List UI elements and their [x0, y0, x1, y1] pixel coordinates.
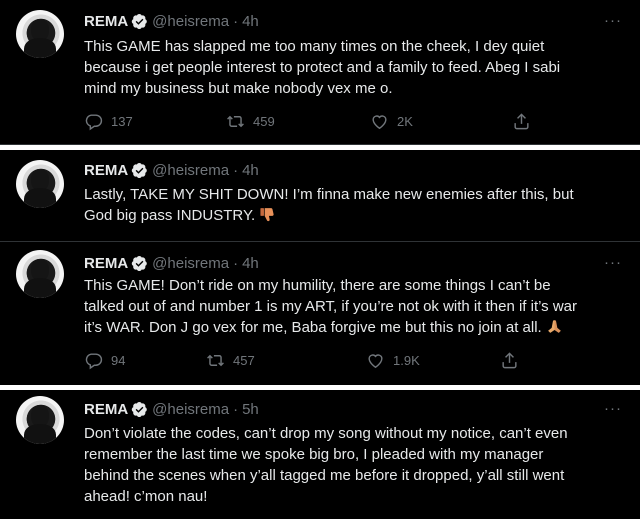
retweet-count: 457: [233, 353, 255, 368]
retweet-count: 459: [253, 114, 275, 129]
verified-badge-icon: [131, 255, 147, 271]
tweet-text: Don’t violate the codes, can’t drop my s…: [84, 423, 626, 507]
tweet-text: Lastly, TAKE MY SHIT DOWN! I’m finna mak…: [84, 184, 626, 226]
tweet-text-line: remember the last time we spoke big bro,…: [84, 446, 544, 463]
share-icon: [502, 352, 517, 369]
reply-icon: [85, 114, 103, 131]
share-icon: [514, 113, 529, 130]
timestamp[interactable]: 4h: [242, 13, 259, 30]
retweet-icon: [227, 115, 244, 128]
retweet-button[interactable]: 457: [206, 351, 255, 370]
tweet-header: REMA @heisrema · 4h: [84, 160, 259, 180]
avatar[interactable]: [16, 160, 64, 208]
dot-separator: ·: [233, 254, 239, 272]
tweet[interactable]: REMA @heisrema · 4h ··· This GAME! Don’t…: [0, 242, 640, 385]
screenshot-panel-4: REMA @heisrema · 5h ··· Don’t violate th…: [0, 390, 640, 519]
dot-separator: ·: [233, 161, 239, 179]
timestamp[interactable]: 4h: [242, 255, 259, 272]
tweet[interactable]: REMA @heisrema · 5h ··· Don’t violate th…: [0, 390, 640, 519]
more-options-icon[interactable]: ···: [604, 400, 622, 417]
user-handle[interactable]: @heisrema: [152, 255, 229, 272]
reply-icon: [85, 353, 103, 370]
avatar[interactable]: [16, 396, 64, 444]
like-count: 1.9K: [393, 353, 420, 368]
dot-separator: ·: [233, 400, 239, 418]
display-name[interactable]: REMA: [84, 255, 128, 272]
more-options-icon[interactable]: ···: [604, 254, 622, 271]
tweet-text-line: behind the scenes when y’all tagged me b…: [84, 467, 565, 484]
tweet-text-line: talked out of and number 1 is my ART, if…: [84, 298, 578, 315]
dot-separator: ·: [233, 12, 239, 30]
reply-button[interactable]: 94: [84, 351, 125, 370]
reply-count: 94: [111, 353, 126, 368]
divider: [0, 144, 640, 145]
screenshot-panel-3: REMA @heisrema · 4h ··· This GAME! Don’t…: [0, 242, 640, 385]
tweet-text-line: it’s WAR. Don J go vex for me, Baba forg…: [84, 319, 542, 336]
timestamp[interactable]: 4h: [242, 162, 259, 179]
user-handle[interactable]: @heisrema: [152, 13, 229, 30]
tweet[interactable]: REMA @heisrema · 4h Lastly, TAKE MY SHIT…: [0, 150, 640, 242]
tweet-text: This GAME has slapped me too many times …: [84, 36, 626, 99]
retweet-icon: [207, 354, 224, 367]
screenshot-panel-2: REMA @heisrema · 4h Lastly, TAKE MY SHIT…: [0, 150, 640, 242]
tweet-header: REMA @heisrema · 5h: [84, 399, 259, 419]
tweet-text: This GAME! Don’t ride on my humility, th…: [84, 275, 626, 338]
folded-hands-icon: [548, 320, 561, 333]
heart-icon: [372, 115, 387, 130]
tweet-text-line: Lastly, TAKE MY SHIT DOWN! I’m finna mak…: [84, 186, 574, 203]
tweet-text-line: This GAME has slapped me too many times …: [84, 38, 545, 55]
share-button[interactable]: [512, 112, 539, 131]
like-button[interactable]: 1.9K: [366, 351, 420, 370]
like-count: 2K: [397, 114, 413, 129]
retweet-button[interactable]: 459: [226, 112, 275, 131]
tweet-text-line: God big pass INDUSTRY.: [84, 207, 256, 224]
tweet-text-line: This GAME! Don’t ride on my humility, th…: [84, 277, 551, 294]
avatar[interactable]: [16, 10, 64, 58]
tweet-text-line: mind my business but make nobody vex me …: [84, 80, 393, 97]
user-handle[interactable]: @heisrema: [152, 401, 229, 418]
tweet-header: REMA @heisrema · 4h: [84, 253, 259, 273]
tweet-header: REMA @heisrema · 4h: [84, 11, 259, 31]
screenshot-panel-1: REMA @heisrema · 4h ··· This GAME has sl…: [0, 0, 640, 145]
user-handle[interactable]: @heisrema: [152, 162, 229, 179]
tweet-actions: 137 459 2K: [84, 112, 544, 134]
verified-badge-icon: [131, 13, 147, 29]
reply-count: 137: [111, 114, 133, 129]
tweet-text-line: ahead! c’mon nau!: [84, 488, 208, 505]
verified-badge-icon: [131, 162, 147, 178]
avatar[interactable]: [16, 250, 64, 298]
share-button[interactable]: [500, 351, 527, 370]
reply-button[interactable]: 137: [84, 112, 133, 131]
tweet-text-line: Don’t violate the codes, can’t drop my s…: [84, 425, 568, 442]
tweet-actions: 94 457 1.9K: [84, 351, 544, 373]
tweet[interactable]: REMA @heisrema · 4h ··· This GAME has sl…: [0, 0, 640, 145]
like-button[interactable]: 2K: [370, 112, 413, 131]
display-name[interactable]: REMA: [84, 401, 128, 418]
tweet-text-line-wrap: it’s WAR. Don J go vex for me, Baba forg…: [84, 317, 626, 338]
tweet-text-line: because i get people interest to protect…: [84, 59, 561, 76]
thumbs-down-icon: [260, 208, 274, 222]
tweet-text-line-wrap: God big pass INDUSTRY.: [84, 205, 626, 226]
display-name[interactable]: REMA: [84, 13, 128, 30]
more-options-icon[interactable]: ···: [604, 12, 622, 29]
timestamp[interactable]: 5h: [242, 401, 259, 418]
verified-badge-icon: [131, 401, 147, 417]
display-name[interactable]: REMA: [84, 162, 128, 179]
heart-icon: [368, 354, 383, 369]
